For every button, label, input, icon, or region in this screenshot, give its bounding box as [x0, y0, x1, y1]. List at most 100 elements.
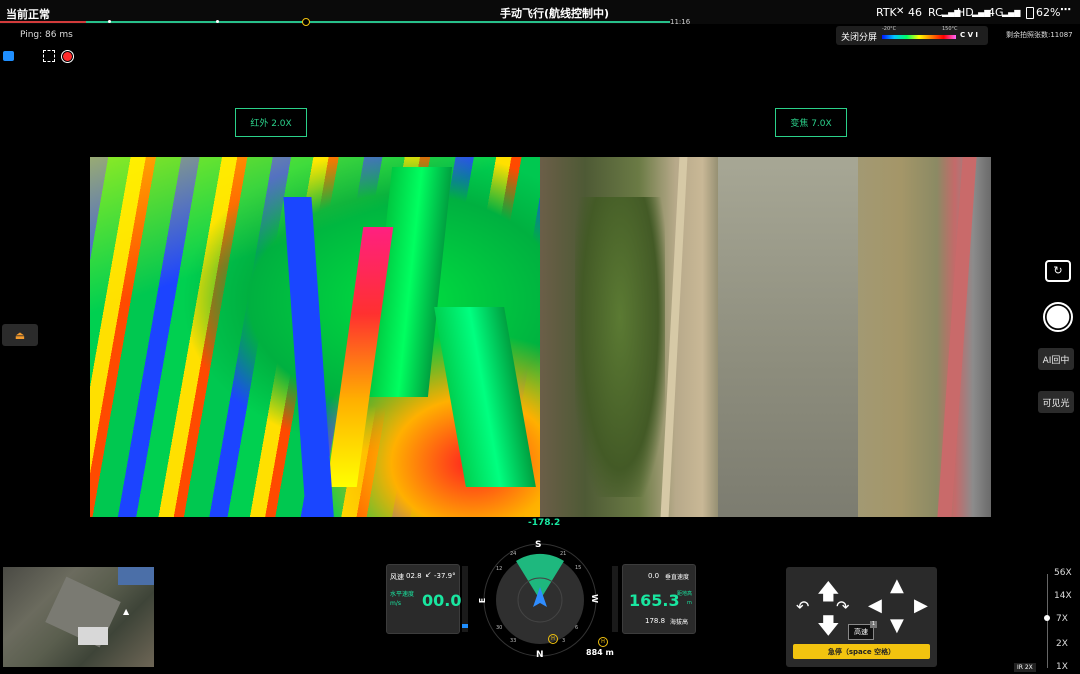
river-water: [718, 157, 858, 517]
compass-tick: 30: [496, 625, 503, 631]
hspeed-unit: m/s: [390, 600, 401, 607]
map-water: [118, 567, 154, 585]
rel-altitude-value: 165.3: [629, 591, 680, 610]
control-pad-panel: ↶ 🡅 🡇 ↷ ▲ ◀ ▶ ▼ 高速 1 急停（space 空格）: [786, 567, 937, 667]
rel-altitude-label: 距地高: [677, 591, 693, 597]
zoom-level[interactable]: 14X: [1054, 591, 1072, 601]
shutter-icon[interactable]: [1043, 302, 1073, 332]
remaining-shots: 剩余拍照张数:11087: [1006, 31, 1073, 39]
zoom-level[interactable]: 1X: [1056, 662, 1068, 672]
hspeed-label: 水平速度: [390, 591, 415, 598]
camera-icon[interactable]: [3, 51, 14, 61]
infrared-video-feed[interactable]: [90, 157, 540, 517]
ir-zoom-tag: IR 2X: [1014, 663, 1036, 672]
flight-status: 当前正常: [6, 8, 50, 21]
zoom-track[interactable]: [1047, 574, 1048, 668]
asl-label: 海拔高: [670, 619, 689, 626]
vspeed-value: 0.0: [648, 572, 660, 580]
compass-south: S: [535, 540, 542, 550]
split-toggle-button[interactable]: 关闭分屏: [841, 30, 877, 43]
home-marker-icon: H: [598, 637, 608, 647]
battery-level: 62%: [1036, 6, 1061, 19]
more-dots-icon[interactable]: ⋯: [1060, 3, 1071, 16]
flight-mode-title: 手动飞行(航线控制中): [500, 7, 610, 20]
drone-icon: ⏏: [14, 328, 26, 342]
compass-east: E: [478, 597, 488, 604]
record-icon[interactable]: [61, 50, 74, 63]
battery-icon: [1026, 7, 1034, 19]
emergency-stop-label: 急停（space 空格）: [827, 647, 896, 656]
compass-tick: 21: [560, 551, 567, 557]
map-roof: [78, 627, 108, 645]
compass-north: N: [536, 650, 544, 660]
ir-zoom-label: 红外 2.0X: [235, 108, 307, 137]
visible-light-button[interactable]: 可见光: [1038, 391, 1074, 413]
temp-max: 150°C: [942, 26, 958, 32]
wind-direction: -37.9°: [434, 572, 456, 580]
speed-mode-badge: 1: [870, 621, 877, 628]
drone-landing-button[interactable]: ⏏: [2, 324, 38, 346]
timeline-marker: [108, 20, 111, 23]
timeline-current-marker[interactable]: [302, 18, 310, 26]
ai-center-button[interactable]: AI回中: [1038, 348, 1074, 370]
left-arrow-icon[interactable]: ◀: [868, 595, 882, 616]
hspeed-value: 00.0: [422, 591, 462, 610]
ir-building-2: [434, 307, 536, 487]
compass-tick: 24: [510, 551, 517, 557]
rel-altitude-unit: m: [687, 600, 692, 606]
zoom-level[interactable]: 2X: [1056, 639, 1068, 649]
speed-mode-label: 高速: [854, 628, 868, 636]
compass-tick: 15: [575, 565, 582, 571]
backward-arrow-icon[interactable]: ▼: [890, 615, 904, 636]
zoom-scale[interactable]: 56X 14X 7X 2X 1X: [1035, 568, 1075, 672]
timeline-marker: [216, 20, 219, 23]
rotate-right-icon[interactable]: ↷: [836, 597, 849, 616]
hspeed-bar: [462, 566, 468, 632]
home-point-icon: H: [548, 634, 558, 644]
compass-tick: 12: [496, 566, 503, 572]
rtk-label: RTK: [876, 6, 897, 19]
camera-switch-icon[interactable]: ↻: [1045, 260, 1071, 282]
temp-color-scale: [882, 35, 956, 39]
aircraft-position-icon: ▲: [123, 607, 130, 616]
emergency-stop-button[interactable]: 急停（space 空格）: [793, 644, 930, 659]
vegetation-left: [575, 197, 665, 497]
compass-tick: 3: [562, 638, 566, 644]
vspeed-bar: [612, 566, 618, 632]
wind-value: 02.8: [406, 572, 422, 580]
focus-frame-icon[interactable]: [43, 50, 55, 62]
mini-map[interactable]: ▲: [3, 567, 154, 667]
timeline-time: 11:16: [670, 18, 691, 26]
temp-min: -20°C: [882, 26, 897, 32]
hspeed-bar-fill: [462, 624, 468, 628]
timeline-start-segment: [0, 21, 86, 23]
net-signal-icon: ▂▄▆: [1002, 8, 1021, 17]
rtk-count: 46: [908, 6, 922, 19]
visible-video-feed[interactable]: [540, 157, 991, 517]
zoom-level-current[interactable]: 7X: [1056, 614, 1068, 624]
home-distance: 884 m: [586, 648, 614, 657]
ir-canal: [283, 197, 335, 517]
zoom-level[interactable]: 56X: [1054, 568, 1072, 578]
vspeed-label: 垂直速度: [665, 574, 690, 581]
split-screen-panel: 关闭分屏 -20°C 150°C C V I: [836, 26, 988, 45]
red-road: [937, 157, 977, 517]
compass-tick: 6: [575, 625, 579, 631]
zoom-current-indicator[interactable]: [1044, 615, 1050, 621]
heading-readout: -178.2: [528, 518, 561, 528]
left-telemetry-panel: 风速 02.8 ↙ -37.9° 水平速度 m/s 00.0: [386, 564, 462, 634]
rc-label: RC: [928, 6, 943, 19]
timeline-track[interactable]: [0, 21, 670, 23]
ping-readout: Ping: 86 ms: [20, 30, 73, 40]
zoom-camera-label: 变焦 7.0X: [775, 108, 847, 137]
satellite-icon: ✕: [896, 6, 905, 17]
right-arrow-icon[interactable]: ▶: [914, 595, 928, 616]
right-telemetry-panel: 0.0 垂直速度 165.3 距地高 m 178.8 海拔高: [622, 564, 696, 634]
palette-mode[interactable]: C V I: [960, 31, 978, 39]
compass-west: W: [589, 594, 599, 603]
wind-direction-icon: ↙: [425, 570, 432, 579]
forward-arrow-icon[interactable]: ▲: [890, 575, 904, 596]
wind-label: 风速: [390, 573, 404, 581]
rotate-left-icon[interactable]: ↶: [796, 597, 809, 616]
compass-tick: 33: [510, 638, 517, 644]
